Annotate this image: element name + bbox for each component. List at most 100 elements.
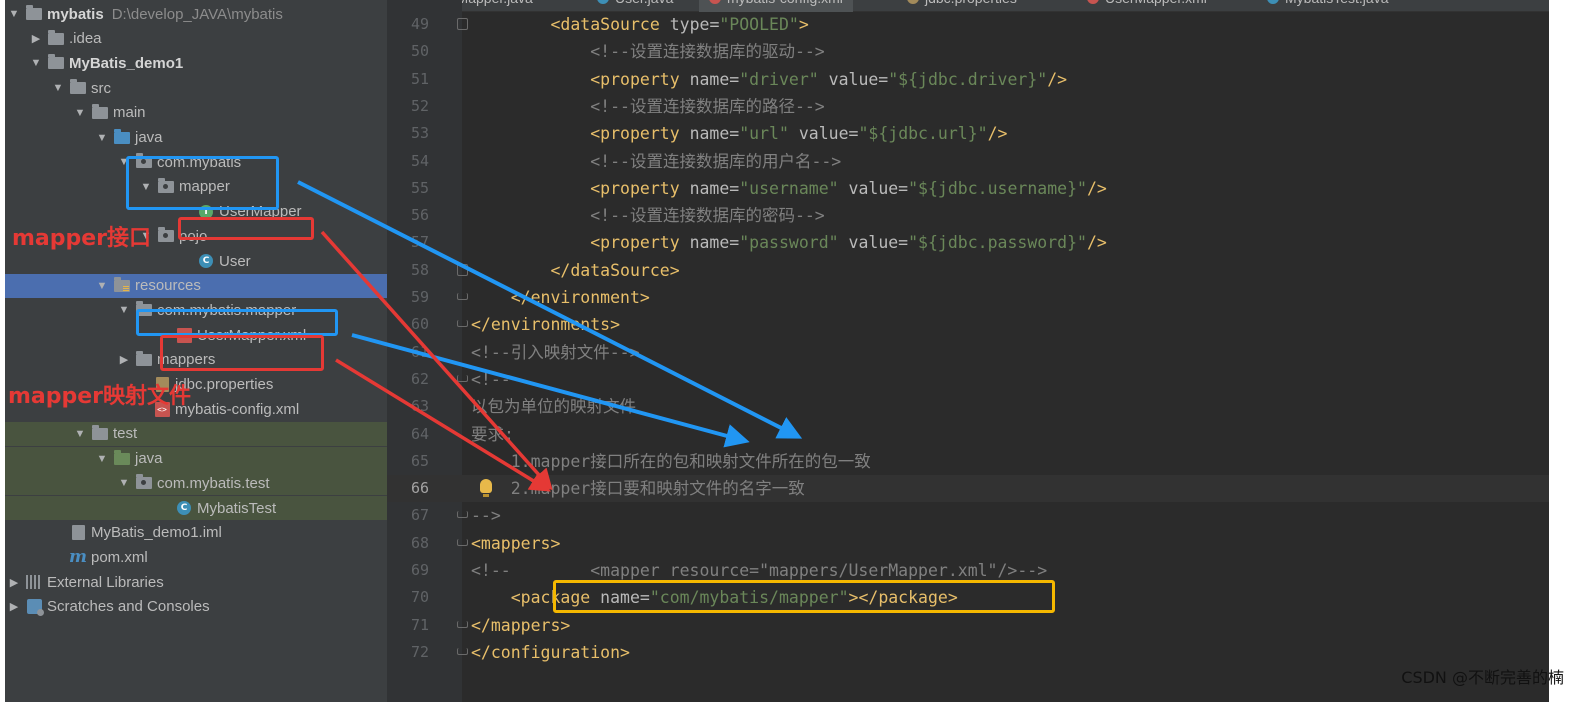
expanded-chevron-icon[interactable]: ▼ [95,453,109,465]
file-type-icon [1087,0,1099,4]
code-token: <dataSource [550,15,670,34]
code-line[interactable]: 71 </mappers> [387,612,1549,639]
code-text: --> [471,502,501,529]
code-text: <mappers> [471,530,560,557]
code-line[interactable]: 62 <!-- [387,366,1549,393]
code-line[interactable]: 51 <property name="driver" value="${jdbc… [387,66,1549,93]
folder-icon [47,29,65,47]
code-line[interactable]: 54 <!--设置连接数据库的用户名--> [387,148,1549,175]
tree-file-pom[interactable]: ▶mpom.xml [5,545,387,569]
fold-marker-icon[interactable] [457,647,468,655]
code-line[interactable]: 56 <!--设置连接数据库的密码--> [387,202,1549,229]
line-number: 59 [410,288,429,306]
file-type-icon [1267,0,1279,4]
tree-folder-test-java[interactable]: ▼ java [5,446,387,471]
code-token: 1.mapper接口所在的包和映射文件所在的包一致 [471,451,871,471]
code-line[interactable]: 53 <property name="url" value="${jdbc.ur… [387,120,1549,147]
test-source-folder-icon [113,449,131,467]
code-line[interactable]: 67 --> [387,502,1549,529]
code-line[interactable]: 49 <dataSource type="POOLED"> [387,11,1549,38]
code-line[interactable]: 66 2.mapper接口要和映射文件的名字一致 [387,475,1549,503]
code-token: name= [689,233,740,253]
highlight-usermapper-interface [178,217,314,240]
code-token: "${jdbc.url}" [858,124,988,144]
tree-item-label: test [113,425,138,443]
tree-folder-test[interactable]: ▼ test [5,421,387,446]
code-line[interactable]: 52 <!--设置连接数据库的路径--> [387,93,1549,120]
line-number: 56 [410,206,429,225]
expanded-chevron-icon[interactable]: ▼ [73,107,87,119]
fold-marker-icon[interactable] [457,18,468,30]
code-token: </mappers> [471,615,571,635]
fold-marker-icon[interactable] [457,538,468,546]
code-line[interactable]: 58 </dataSource> [387,257,1549,284]
fold-marker-icon[interactable] [457,293,468,300]
tree-item-label: External Libraries [47,573,164,591]
tree-package-com-mybatis-test[interactable]: ▼ com.mybatis.test [5,471,387,496]
expanded-chevron-icon[interactable]: ▼ [117,304,131,316]
tree-external-libraries[interactable]: ▶ External Libraries [5,570,387,594]
expanded-chevron-icon[interactable]: ▼ [7,8,21,20]
expanded-chevron-icon[interactable]: ▼ [51,82,65,94]
tree-item-label: java [135,129,163,146]
line-number: 70 [410,588,429,607]
code-line[interactable]: 64 要求: [387,421,1549,448]
fold-marker-icon[interactable] [457,511,468,519]
line-number: 65 [410,451,429,470]
line-number: 53 [410,124,429,143]
editor-tab-label: User.java [615,0,673,6]
tree-item-label: Scratches and Consoles [47,598,210,616]
tree-folder-java[interactable]: ▼ java [5,126,387,150]
code-line[interactable]: 63 以包为单位的映射文件 [387,393,1549,420]
tree-file-mybatistest[interactable]: ▶CMybatisTest [5,496,387,520]
code-line[interactable]: 68 <mappers> [387,530,1549,557]
expanded-chevron-icon[interactable]: ▼ [29,57,43,69]
tree-folder-src[interactable]: ▼ src [5,76,387,100]
tree-folder-idea[interactable]: ▶ .idea [5,27,387,51]
fold-marker-icon[interactable] [457,320,468,328]
fold-marker-icon[interactable] [457,374,468,382]
fold-marker-icon[interactable] [457,263,468,276]
code-token: <!--设置连接数据库的密码--> [471,206,825,226]
collapsed-chevron-icon[interactable]: ▶ [29,32,43,45]
code-text: </environment> [471,284,650,311]
line-number: 68 [410,533,429,552]
code-token: --> [471,506,501,526]
tree-root-mybatis[interactable]: ▼ mybatis D:\develop_JAVA\mybatis [5,2,387,26]
code-text: <property name="password" value="${jdbc.… [471,229,1107,256]
tree-file-iml[interactable]: ▶MyBatis_demo1.iml [5,521,387,545]
tree-item-path: D:\develop_JAVA\mybatis [111,5,283,23]
code-line[interactable]: 61 <!--引入映射文件--> [387,339,1549,366]
code-line[interactable]: 57 <property name="password" value="${jd… [387,229,1549,256]
expanded-chevron-icon[interactable]: ▼ [73,428,87,440]
code-text: 要求: [471,421,514,448]
code-line[interactable]: 60 </environments> [387,311,1549,338]
fold-marker-icon[interactable] [457,620,468,628]
code-line[interactable]: 50 <!--设置连接数据库的驱动--> [387,38,1549,65]
code-line[interactable]: 65 1.mapper接口所在的包和映射文件所在的包一致 [387,448,1549,475]
collapsed-chevron-icon[interactable]: ▶ [7,576,21,589]
tree-folder-resources[interactable]: ▼ resources [5,273,387,298]
tree-file-user[interactable]: ▶CUser [5,249,387,273]
code-token: <!--设置连接数据库的路径--> [471,96,825,116]
code-line[interactable]: 55 <property name="username" value="${jd… [387,175,1549,202]
maven-icon: m [69,547,87,568]
line-number: 49 [410,15,429,33]
folder-icon [91,103,109,121]
code-text: 2.mapper接口要和映射文件的名字一致 [471,475,805,502]
folder-icon [25,5,43,22]
tree-folder-main[interactable]: ▼ main [5,101,387,125]
expanded-chevron-icon[interactable]: ▼ [95,280,109,292]
collapsed-chevron-icon[interactable]: ▶ [7,600,21,613]
collapsed-chevron-icon[interactable]: ▶ [117,353,131,366]
tree-module-mybatis-demo1[interactable]: ▼ MyBatis_demo1 [5,51,387,75]
expanded-chevron-icon[interactable]: ▼ [117,477,131,489]
code-line[interactable]: 72 </configuration> [387,639,1549,666]
code-line[interactable]: 59 </environment> [387,284,1549,311]
code-token: value= [848,178,909,198]
tree-scratches-consoles[interactable]: ▶ Scratches and Consoles [5,595,387,619]
expanded-chevron-icon[interactable]: ▼ [95,132,109,144]
